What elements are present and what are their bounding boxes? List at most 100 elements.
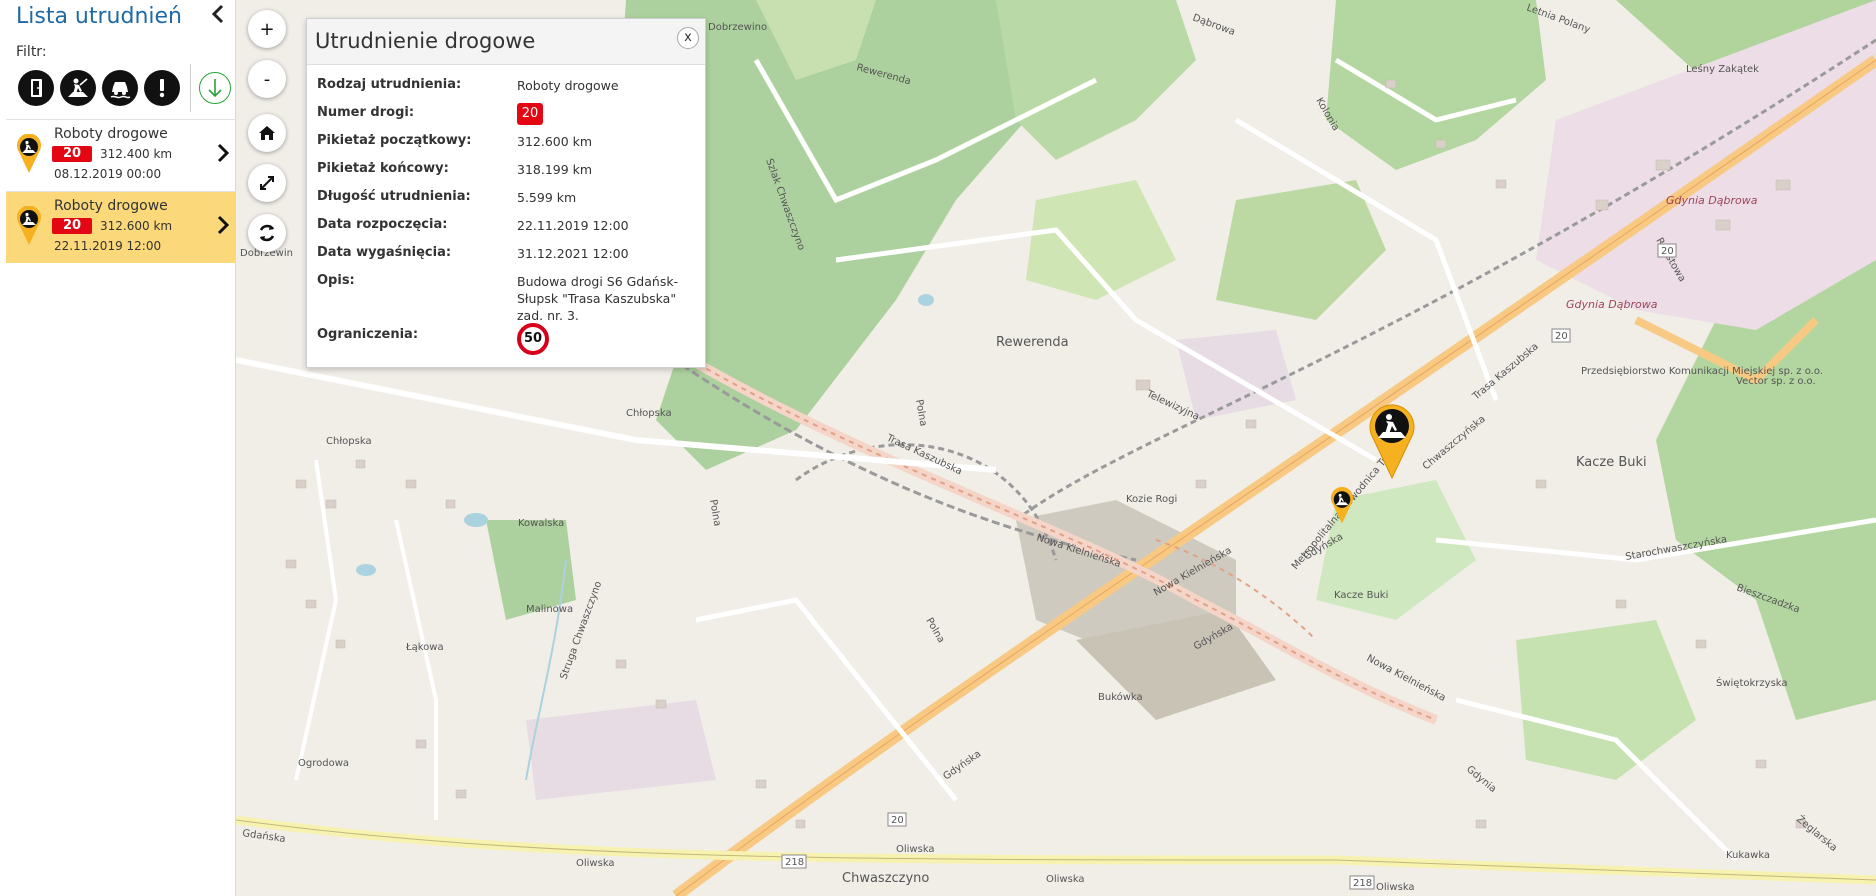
list-item-date: 22.11.2019 12:00 xyxy=(54,239,162,253)
road-shield: 20 xyxy=(887,812,907,827)
svg-text:20: 20 xyxy=(891,815,904,826)
detail-label: Rodzaj utrudnienia: xyxy=(317,77,462,92)
map-label: Chłopska xyxy=(326,436,372,447)
zoom-in-button[interactable]: + xyxy=(248,10,286,48)
roadworks-pin-icon xyxy=(17,206,41,245)
car-accident-icon xyxy=(110,82,131,99)
map-label: Oliwska xyxy=(576,858,615,869)
detail-row: Ograniczenia: 50 xyxy=(317,323,697,361)
map-label: Ogrodowa xyxy=(298,758,349,769)
list-item-name: Roboty drogowe xyxy=(54,126,168,142)
list-item[interactable]: Roboty drogowe 20 312.400 km 08.12.2019 … xyxy=(6,119,236,191)
list-item-date: 08.12.2019 00:00 xyxy=(54,167,162,181)
chevron-right-icon xyxy=(216,214,230,242)
road-number-badge: 20 xyxy=(517,103,543,125)
roadworks-marker-selected[interactable] xyxy=(1368,402,1416,480)
svg-text:20: 20 xyxy=(1661,246,1674,257)
detail-label: Ograniczenia: xyxy=(317,327,419,342)
sort-down-button[interactable] xyxy=(199,72,231,104)
map-label: Vector sp. z o.o. xyxy=(1736,376,1816,387)
sidebar: Lista utrudnień Filtr: Roboty drogowe 20… xyxy=(0,0,236,896)
detail-value: 5.599 km xyxy=(517,190,577,205)
detail-row: Numer drogi: 20 xyxy=(317,103,697,133)
filter-roadworks-button[interactable] xyxy=(60,70,96,106)
map-label: Kukawka xyxy=(1726,850,1770,861)
map-label: Leśny Zakątek xyxy=(1686,63,1759,75)
map-label: Oliwska xyxy=(1046,874,1085,885)
home-button[interactable] xyxy=(248,114,286,152)
map-label: Kozie Rogi xyxy=(1126,494,1177,505)
list-item-km: 312.600 km xyxy=(100,219,173,233)
detail-label: Data wygaśnięcia: xyxy=(317,245,452,260)
map-label: Kacze Buki xyxy=(1334,590,1388,601)
svg-text:218: 218 xyxy=(785,857,804,868)
chevron-right-icon xyxy=(216,142,230,170)
filter-warning-button[interactable] xyxy=(144,70,180,106)
home-icon xyxy=(259,126,275,140)
svg-text:218: 218 xyxy=(1353,878,1372,889)
map-label: Łąkowa xyxy=(405,642,444,653)
detail-row: Rodzaj utrudnienia: Roboty drogowe xyxy=(317,77,697,105)
road-number-badge: 20 xyxy=(52,218,92,234)
detail-row: Pikietaż początkowy: 312.600 km xyxy=(317,133,697,161)
map-label: Dobrzewino xyxy=(708,22,767,33)
door-icon xyxy=(31,79,42,97)
detail-value: 22.11.2019 12:00 xyxy=(517,218,629,233)
road-shield: 218 xyxy=(781,854,807,869)
detail-row: Długość utrudnienia: 5.599 km xyxy=(317,189,697,217)
detail-value: 312.600 km xyxy=(517,134,593,149)
detail-value: 318.199 km xyxy=(517,162,593,177)
arrow-down-icon xyxy=(208,79,222,98)
speed-limit-sign: 50 xyxy=(517,323,549,355)
warning-icon xyxy=(159,79,165,98)
map-label: Gdynia Dąbrowa xyxy=(1666,194,1758,207)
detail-row: Pikietaż końcowy: 318.199 km xyxy=(317,161,697,189)
filter-closure-button[interactable] xyxy=(18,70,54,106)
detail-value: 31.12.2021 12:00 xyxy=(517,246,629,261)
road-shield: 218 xyxy=(1349,875,1375,890)
list-item-km: 312.400 km xyxy=(100,147,173,161)
app-root: Lista utrudnień Filtr: Roboty drogowe 20… xyxy=(0,0,1876,896)
map-label: Kowalska xyxy=(518,518,564,529)
detail-label: Pikietaż początkowy: xyxy=(317,133,472,148)
roadworks-pin-icon xyxy=(17,134,41,173)
map-label: Gdynia Dąbrowa xyxy=(1566,298,1658,311)
sidebar-title: Lista utrudnień xyxy=(16,4,182,29)
detail-label: Data rozpoczęcia: xyxy=(317,217,448,232)
popup-details: Rodzaj utrudnienia: Roboty drogowe Numer… xyxy=(317,77,697,361)
incident-list: Roboty drogowe 20 312.400 km 08.12.2019 … xyxy=(6,119,236,263)
popup-header: Utrudnienie drogowe x xyxy=(307,19,705,65)
svg-text:20: 20 xyxy=(1555,331,1568,342)
zoom-out-button[interactable]: - xyxy=(248,60,286,98)
close-popup-button[interactable]: x xyxy=(677,27,699,49)
chevron-left-icon xyxy=(211,4,224,24)
map-label: Malinowa xyxy=(526,604,573,615)
refresh-icon xyxy=(259,224,275,242)
road-number-badge: 20 xyxy=(52,146,92,162)
detail-value: Roboty drogowe xyxy=(517,78,619,93)
detail-label: Pikietaż końcowy: xyxy=(317,161,449,176)
incident-popup: Utrudnienie drogowe x Rodzaj utrudnienia… xyxy=(306,18,706,368)
detail-label: Opis: xyxy=(317,273,355,288)
map-label: Rewerenda xyxy=(996,335,1069,350)
roadworks-icon xyxy=(68,78,88,97)
detail-label: Numer drogi: xyxy=(317,105,415,120)
list-item[interactable]: Roboty drogowe 20 312.600 km 22.11.2019 … xyxy=(6,191,236,263)
filter-accident-button[interactable] xyxy=(102,70,138,106)
fullscreen-button[interactable] xyxy=(248,164,286,202)
popup-title: Utrudnienie drogowe xyxy=(315,29,536,53)
list-item-name: Roboty drogowe xyxy=(54,198,168,214)
map-label: Bukówka xyxy=(1098,691,1143,703)
filter-separator xyxy=(190,64,191,112)
detail-row: Data wygaśnięcia: 31.12.2021 12:00 xyxy=(317,245,697,273)
detail-value: Budowa drogi S6 Gdańsk-Słupsk "Trasa Kas… xyxy=(517,274,679,323)
detail-row: Opis: Budowa drogi S6 Gdańsk-Słupsk "Tra… xyxy=(317,273,697,327)
map-label: Kacze Buki xyxy=(1576,455,1647,470)
map-label: Oliwska xyxy=(1376,882,1415,893)
refresh-button[interactable] xyxy=(248,214,286,252)
collapse-sidebar-button[interactable] xyxy=(207,4,229,28)
roadworks-marker[interactable] xyxy=(1330,486,1354,526)
map-label: Świętokrzyska xyxy=(1716,676,1788,689)
map-label: Oliwska xyxy=(896,844,935,855)
road-shield: 20 xyxy=(1657,243,1677,258)
